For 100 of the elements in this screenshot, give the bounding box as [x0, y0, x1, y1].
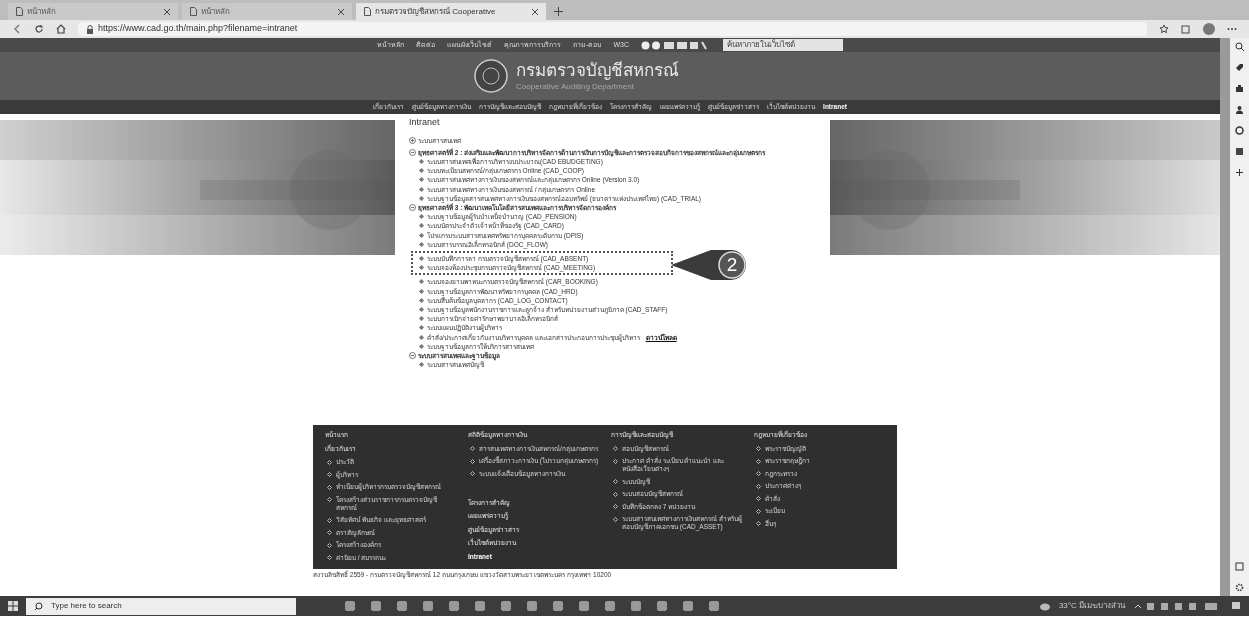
profile-icon[interactable] — [1203, 23, 1215, 35]
bullet-icon — [419, 265, 424, 271]
expand-icon[interactable] — [409, 136, 416, 144]
scrollbar[interactable] — [1220, 38, 1230, 596]
app-icon[interactable] — [448, 600, 460, 612]
bullet-icon — [419, 316, 424, 322]
bullet-icon — [419, 177, 424, 183]
task-view-icon[interactable] — [344, 600, 356, 612]
bullet-icon — [756, 508, 761, 514]
bullet-icon — [327, 530, 332, 535]
bullet-icon — [419, 159, 424, 164]
app-icon[interactable] — [656, 600, 668, 612]
page-heading: Intranet — [409, 116, 441, 129]
bullet-icon — [419, 241, 424, 247]
app-icon[interactable] — [1235, 147, 1244, 156]
browser-tab[interactable]: กรมตรวจบัญชีสหกรณ์ Cooperative — [356, 3, 546, 20]
bullet-icon — [327, 472, 332, 477]
bullet-icon — [613, 516, 618, 522]
site-search-field[interactable]: ค้นหาภายในเว็บไซต์ — [722, 39, 843, 51]
site-title: กรมตรวจบัญชีสหกรณ์ — [516, 61, 680, 79]
bullet-icon — [419, 232, 424, 238]
notification-icon[interactable] — [1231, 601, 1241, 611]
bullet-icon — [327, 542, 332, 548]
app-icon[interactable] — [422, 600, 434, 612]
chat-icon[interactable] — [630, 600, 642, 612]
bullet-icon — [613, 491, 618, 497]
settings-icon[interactable] — [1235, 583, 1244, 592]
bullet-icon — [756, 471, 761, 476]
bullet-icon — [419, 307, 424, 313]
start-icon[interactable] — [8, 601, 18, 611]
bullet-icon — [756, 521, 761, 526]
bullet-icon — [756, 458, 761, 464]
collapse-icon[interactable] — [409, 351, 416, 359]
bullet-icon — [419, 186, 424, 192]
bullet-icon — [470, 458, 475, 464]
app-icon[interactable] — [526, 600, 538, 612]
app-icon[interactable] — [708, 600, 720, 612]
bullet-icon — [756, 483, 761, 489]
collapse-icon[interactable] — [409, 148, 416, 156]
department-logo — [474, 59, 508, 93]
bullet-icon — [613, 446, 618, 451]
app-icon[interactable] — [604, 600, 616, 612]
bullet-icon — [419, 362, 424, 368]
bullet-icon — [327, 459, 332, 465]
bullet-icon — [419, 325, 424, 331]
callout-number: 2 — [725, 252, 739, 277]
site-subtitle: Cooperative Auditing Department — [516, 82, 635, 91]
bullet-icon — [327, 555, 332, 560]
bullet-icon — [419, 343, 424, 349]
app-icon[interactable] — [474, 600, 486, 612]
plus-icon[interactable] — [1235, 168, 1244, 177]
bullet-icon — [613, 504, 618, 509]
app-icon[interactable] — [370, 600, 382, 612]
bullet-icon — [419, 279, 424, 285]
bullet-icon — [419, 297, 424, 303]
bullet-icon — [327, 484, 332, 490]
collapse-icon[interactable] — [409, 203, 416, 211]
new-tab-icon[interactable] — [554, 7, 563, 16]
bullet-icon — [470, 446, 475, 451]
browser-tab[interactable]: หน้าหลัก — [8, 3, 178, 20]
app-icon[interactable] — [552, 600, 564, 612]
bullet-icon — [419, 334, 424, 340]
taskbar-search-field[interactable]: Type here to search — [26, 597, 296, 615]
close-icon[interactable] — [338, 8, 344, 15]
search-icon[interactable] — [1235, 42, 1244, 51]
bullet-icon — [419, 214, 424, 220]
bullet-icon — [419, 288, 424, 294]
bullet-icon — [419, 223, 424, 229]
address-bar[interactable]: https://www.cad.go.th/main.php?filename=intranet — [78, 22, 1147, 36]
app-icon[interactable] — [578, 600, 590, 612]
browser-icon[interactable] — [500, 600, 512, 612]
weather-icon[interactable] — [1038, 601, 1051, 611]
search-icon — [34, 601, 43, 611]
page-icon — [364, 7, 371, 16]
bullet-icon — [327, 517, 332, 523]
home-icon[interactable] — [56, 24, 66, 34]
page-icon — [16, 7, 23, 16]
app-icon[interactable] — [396, 600, 408, 612]
bullet-icon — [419, 256, 424, 262]
more-icon[interactable] — [1227, 27, 1237, 31]
toolbox-icon[interactable] — [1235, 84, 1244, 93]
browser-tab[interactable]: หน้าหลัก — [182, 3, 352, 20]
circle-icon[interactable] — [1235, 126, 1244, 135]
lock-icon — [86, 24, 94, 34]
tag-icon[interactable] — [1235, 63, 1244, 72]
bullet-icon — [613, 458, 618, 464]
sidebar-icon[interactable] — [1235, 562, 1244, 571]
close-icon[interactable] — [164, 8, 170, 15]
weather-text[interactable]: 33°C มีเมฆบางส่วน — [1058, 600, 1125, 612]
person-icon[interactable] — [1235, 105, 1244, 114]
close-icon[interactable] — [532, 8, 538, 15]
app-icon[interactable] — [682, 600, 694, 612]
refresh-icon[interactable] — [34, 24, 44, 34]
star-icon[interactable] — [1159, 24, 1169, 34]
back-icon[interactable] — [12, 24, 22, 34]
bullet-icon — [756, 496, 761, 501]
bullet-icon — [327, 497, 332, 502]
collections-icon[interactable] — [1181, 24, 1191, 34]
page-icon — [190, 7, 197, 16]
bullet-icon — [419, 168, 424, 174]
